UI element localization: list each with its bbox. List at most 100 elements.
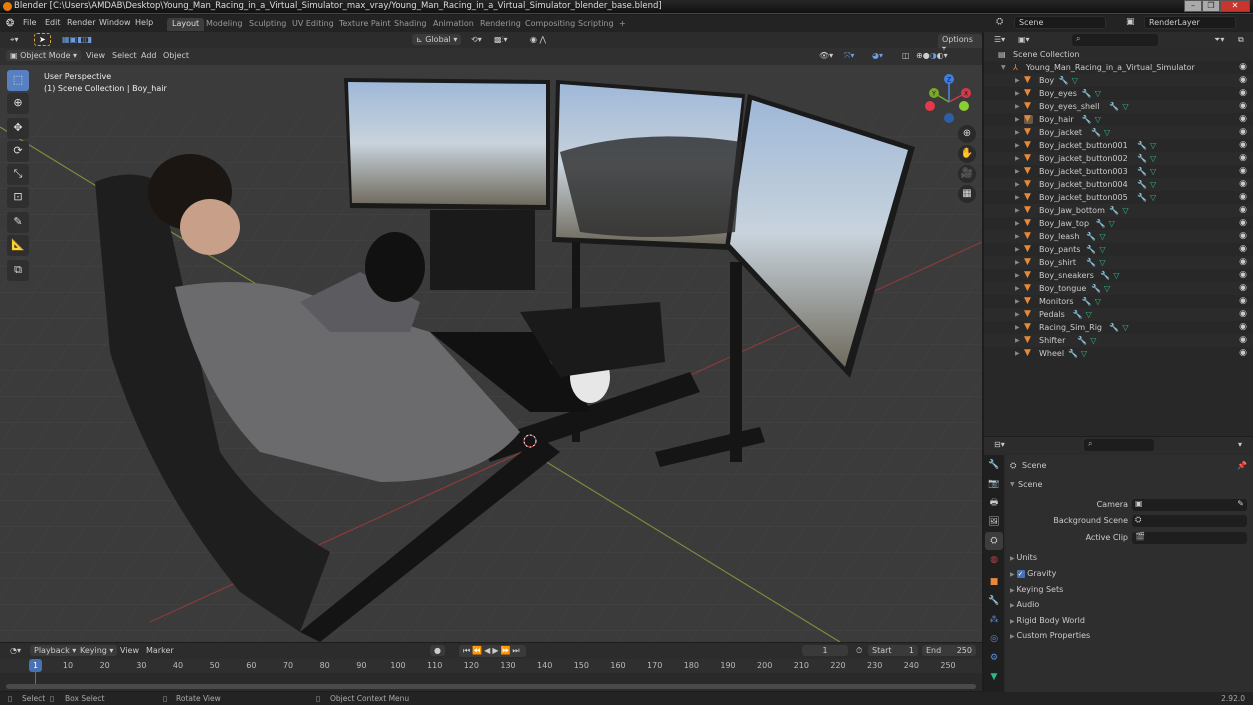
scene-selector[interactable]: Scene [1014,16,1106,29]
camera-view-icon[interactable]: 🎥 [958,165,976,183]
proportional-edit-icon[interactable]: ◉ ⋀ [526,34,550,45]
timeline-ruler[interactable]: 10 20 30 40 50 60 70 80 90 100 110 120 130 140 150 160 1… [0,659,982,673]
visibility-eye-icon[interactable]: ◉ [1239,204,1247,217]
visibility-eye-icon[interactable]: ◉ [1239,139,1247,152]
background-scene-field[interactable]: ⛭ [1132,515,1247,527]
stopwatch-icon[interactable]: ⏱ [852,645,866,657]
modifier-wrench-icon[interactable]: 🔧 [1082,113,1092,126]
display-mode-icon[interactable]: ▣▾ [1014,34,1034,45]
outliner-item[interactable]: ▶ ▼ Monitors 🔧 ▽ ◉ [984,295,1253,308]
tab-texture-paint[interactable]: Texture Paint [334,18,396,31]
expand-arrow-icon[interactable]: ▶ [1015,204,1020,217]
transform-tool-icon[interactable]: ⊡ [7,187,29,208]
modifier-wrench-icon[interactable]: 🔧 [1086,243,1096,256]
visibility-eye-icon[interactable]: ◉ [1239,334,1247,347]
mesh-data-icon[interactable]: ▽ [1150,165,1156,178]
mesh-data-icon[interactable]: ▽ [1113,269,1119,282]
modifier-wrench-icon[interactable]: 🔧 [1137,152,1147,165]
modifier-wrench-icon[interactable]: 🔧 [1086,256,1096,269]
render-layer-selector[interactable]: RenderLayer [1144,16,1236,29]
mesh-data-icon[interactable]: ▽ [1099,243,1105,256]
timeline-menu-view[interactable]: View [116,645,143,656]
overlay-toggle-icon[interactable]: ◕▾ [868,50,887,61]
mesh-data-icon[interactable]: ▽ [1099,256,1105,269]
expand-arrow-icon[interactable]: ▶ [1015,139,1020,152]
outliner-item[interactable]: ▶ ▼ Boy 🔧 ▽ ◉ [984,74,1253,87]
start-frame-field[interactable]: Start 1 [868,645,918,656]
tab-layout[interactable]: Layout [167,18,205,31]
transform-orientation[interactable]: ⊾ Global ▾ [412,34,462,45]
visibility-eye-icon[interactable]: ◉ [1239,282,1247,295]
data-tab-icon[interactable]: ▼ [985,668,1003,686]
zoom-view-icon[interactable]: ⊕ [958,125,976,143]
outliner-item[interactable]: ▶ ▼ Pedals 🔧 ▽ ◉ [984,308,1253,321]
modifier-wrench-icon[interactable]: 🔧 [1077,334,1087,347]
tab-uv-editing[interactable]: UV Editing [287,18,339,31]
panel-audio[interactable]: ▶ Audio [1010,600,1039,609]
modifier-wrench-icon[interactable]: 🔧 [1082,295,1092,308]
expand-arrow-icon[interactable]: ▶ [1015,256,1020,269]
panel-units[interactable]: ▶ Units [1010,553,1037,562]
tab-modeling[interactable]: Modeling [201,18,247,31]
panel-custom-properties[interactable]: ▶ Custom Properties [1010,631,1090,640]
expand-arrow-icon[interactable]: ▶ [1015,308,1020,321]
visibility-eye-icon[interactable]: ◉ [1239,230,1247,243]
mesh-data-icon[interactable]: ▽ [1150,191,1156,204]
mesh-data-icon[interactable]: ▽ [1095,87,1101,100]
collapse-arrow-icon[interactable]: ▼ [1001,61,1006,74]
blender-logo-icon[interactable]: ❂ [6,18,14,29]
outliner-item[interactable]: ▶ ▼ Boy_jacket_button004 🔧 ▽ ◉ [984,178,1253,191]
scene-tab-icon[interactable]: ⛭ [985,532,1003,550]
modifier-wrench-icon[interactable]: 🔧 [1059,74,1069,87]
mesh-data-icon[interactable]: ▽ [1122,204,1128,217]
outliner-item[interactable]: ▶ ▼ Boy_jacket_button003 🔧 ▽ ◉ [984,165,1253,178]
visibility-eye-icon[interactable]: ◉ [1239,126,1247,139]
modifier-wrench-icon[interactable]: 🔧 [1091,126,1101,139]
visibility-eye-icon[interactable]: ◉ [1239,165,1247,178]
outliner-item[interactable]: ▶ ▼ Boy_jacket_button005 🔧 ▽ ◉ [984,191,1253,204]
gizmo-toggle-icon[interactable]: ⤧▾ [840,50,858,62]
mesh-data-icon[interactable]: ▽ [1104,126,1110,139]
pivot-point-icon[interactable]: ⟲▾ [467,34,486,45]
visibility-eye-icon[interactable]: ◉ [1239,269,1247,282]
render-layer-icon[interactable]: ▣ [1126,17,1135,27]
mesh-data-icon[interactable]: ▽ [1099,230,1105,243]
outliner-item[interactable]: ▶ ▼ Boy_tongue 🔧 ▽ ◉ [984,282,1253,295]
visibility-eye-icon[interactable]: ◉ [1239,100,1247,113]
scene-panel-arrow-icon[interactable]: ▼ [1010,481,1015,488]
modifier-wrench-icon[interactable]: 🔧 [1068,347,1078,360]
menu-file[interactable]: File [23,18,36,27]
expand-arrow-icon[interactable]: ▶ [1015,126,1020,139]
measure-tool-icon[interactable]: 📐 [7,235,29,256]
tab-animation[interactable]: Animation [428,18,479,31]
expand-arrow-icon[interactable]: ▶ [1015,152,1020,165]
menu-view[interactable]: View [82,50,109,61]
render-tab-icon[interactable]: 📷 [985,475,1003,493]
visibility-eye-icon[interactable]: ◉ [1239,217,1247,230]
add-cube-tool-icon[interactable]: ⧉ [7,260,29,281]
outliner-item[interactable]: ▶ ▼ Boy_jacket 🔧 ▽ ◉ [984,126,1253,139]
outliner-item[interactable]: ▶ ▼ Boy_hair 🔧 ▽ ◉ [984,113,1253,126]
properties-options-icon[interactable]: ▾ [1234,439,1246,450]
modifier-wrench-icon[interactable]: 🔧 [1137,165,1147,178]
properties-editor-type-icon[interactable]: ⊟▾ [990,439,1009,450]
visibility-eye-icon[interactable]: ◉ [1239,113,1247,126]
outliner-item[interactable]: ▶ ▼ Boy_Jaw_bottom 🔧 ▽ ◉ [984,204,1253,217]
mesh-data-icon[interactable]: ▽ [1150,139,1156,152]
mesh-data-icon[interactable]: ▽ [1095,113,1101,126]
modifier-wrench-icon[interactable]: 🔧 [1137,139,1147,152]
outliner-item[interactable]: ▶ ▼ Boy_Jaw_top 🔧 ▽ ◉ [984,217,1253,230]
modifier-tab-icon[interactable]: 🔧 [985,592,1003,610]
expand-arrow-icon[interactable]: ▶ [1015,230,1020,243]
modifier-wrench-icon[interactable]: 🔧 [1109,321,1119,334]
menu-select[interactable]: Select [108,50,141,61]
timeline-scrollbar[interactable] [6,684,976,689]
expand-arrow-icon[interactable]: ▶ [1015,334,1020,347]
visibility-eye-icon[interactable]: ◉ [1239,178,1247,191]
visibility-eye-icon[interactable]: ◉ [1239,347,1247,360]
tab-sculpting[interactable]: Sculpting [244,18,291,31]
shading-modes-icon[interactable]: ⊕●◑◐▾ [912,50,952,61]
end-frame-field[interactable]: End 250 [922,645,976,656]
particles-tab-icon[interactable]: ⁂ [985,611,1003,629]
expand-arrow-icon[interactable]: ▶ [1015,113,1020,126]
